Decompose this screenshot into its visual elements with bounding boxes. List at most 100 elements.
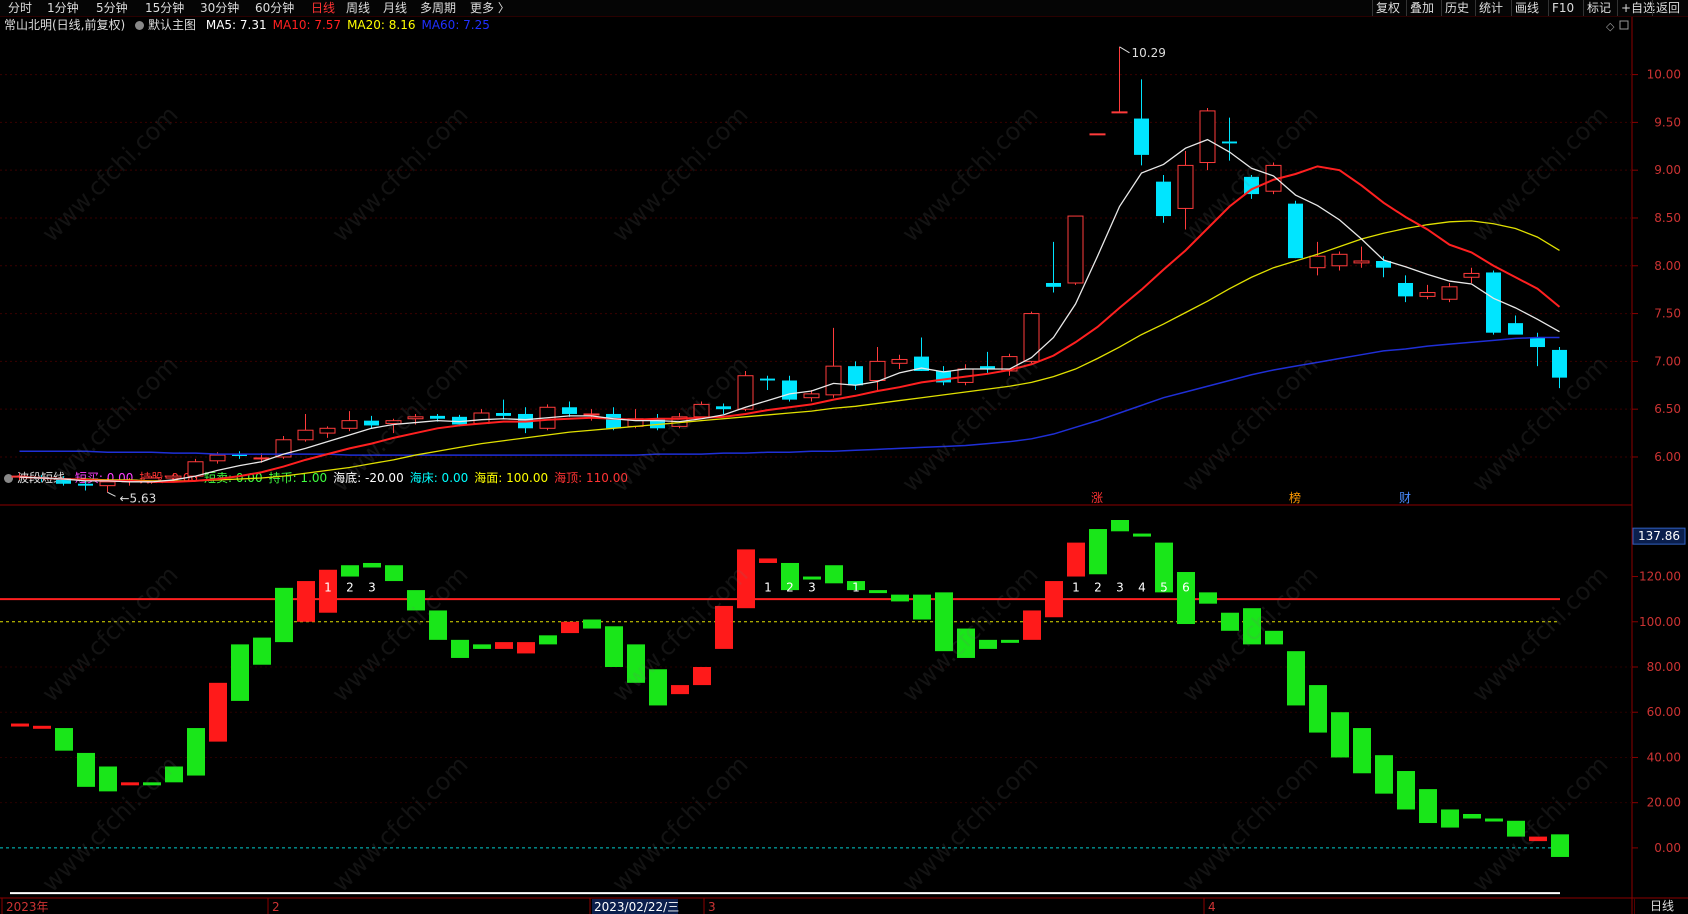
band-bar-13 [297,581,315,622]
candle-body-63 [1398,282,1413,297]
candle-body-61 [1353,260,1370,264]
band-bar-51 [1133,533,1151,537]
candle-body-22 [496,413,511,416]
band-bar-69 [1529,836,1547,842]
xaxis-label-2: 2023/02/22/三 [594,900,679,914]
candle-body-31 [693,403,710,418]
band-bar-25 [561,621,579,634]
candle-body-64 [1419,292,1436,297]
candle-body-25 [562,407,577,414]
band-bar-12 [275,587,293,643]
main-ytick-label-1: 9.50 [1654,115,1681,129]
band-bar-45 [1001,639,1019,643]
wave-count-label-3: 1 [764,581,772,595]
wave-count-label-5: 3 [808,581,816,595]
band-bar-27 [605,626,623,667]
candle-body-8 [187,461,204,477]
band-bar-57 [1265,630,1283,645]
band-bar-24 [539,635,557,645]
band-bar-26 [583,619,601,629]
candle-body-60 [1331,253,1348,267]
main-ytick-label-2: 9.00 [1654,163,1681,177]
wave-count-label-4: 2 [786,581,794,595]
candle-body-55 [1222,141,1237,144]
wave-count-label-0: 1 [324,581,332,595]
candle-body-37 [825,365,842,396]
candle-body-3 [78,483,93,486]
band-bar-3 [77,752,95,787]
band-bar-1 [33,725,51,729]
band-bar-4 [99,766,117,792]
band-bar-46 [1023,610,1041,640]
band-bar-61 [1353,728,1371,774]
band-bar-11 [253,637,271,665]
ind-ytick-label-1: 100.00 [1639,615,1681,629]
band-bar-32 [715,605,733,649]
band-bar-16 [363,562,381,568]
candle-body-46 [1023,313,1040,362]
band-bar-36 [803,576,821,580]
wave-count-label-10: 4 [1138,581,1146,595]
candle-body-47 [1046,282,1061,287]
candle-body-56 [1244,176,1259,195]
band-bar-19 [429,610,447,640]
period-indicator-button[interactable]: 日线 [1634,898,1688,914]
band-bar-9 [209,682,227,742]
band-bar-10 [231,644,249,701]
candle-body-21 [473,412,490,425]
min-pointer [107,491,116,497]
wave-count-label-12: 6 [1182,581,1190,595]
band-bar-21 [473,644,491,649]
candle-body-59 [1309,255,1326,269]
min-price-label: ←5.63 [120,491,157,505]
ma10-line [19,165,1561,483]
wave-count-label-9: 3 [1116,581,1124,595]
band-bar-55 [1221,612,1239,631]
candle-body-26 [583,413,600,416]
candle-body-70 [1552,349,1567,378]
band-bar-50 [1111,520,1129,532]
wave-count-label-1: 2 [346,581,354,595]
candle-body-53 [1177,164,1194,209]
band-bar-40 [891,594,909,602]
band-bar-68 [1507,820,1525,837]
band-bar-34 [759,558,777,563]
main-ytick-label-5: 7.50 [1654,307,1681,321]
band-bar-58 [1287,651,1305,706]
band-bar-43 [957,628,975,658]
band-bar-5 [121,782,139,786]
ma5-line [19,138,1560,483]
candle-body-15 [341,420,358,429]
xaxis-label-0: 2023年 [6,900,49,914]
xaxis-label-3: 3 [708,900,716,914]
xaxis-label-4: 4 [1208,900,1216,914]
band-bar-6 [143,782,161,786]
candlestick-chart[interactable]: 10.009.509.008.508.007.507.006.506.0010.… [0,0,1688,914]
candle-body-68 [1508,323,1523,335]
band-bar-31 [693,666,711,686]
ma20-line [19,220,1560,482]
candle-body-27 [606,413,621,429]
candle-body-67 [1486,272,1501,333]
band-bar-29 [649,669,667,706]
band-bar-22 [495,642,513,649]
band-bar-18 [407,590,425,611]
band-bar-60 [1331,712,1349,758]
candle-body-11 [253,457,270,460]
band-bar-30 [671,685,689,695]
band-bar-67 [1485,818,1503,822]
wave-count-label-2: 3 [368,581,376,595]
band-bar-28 [627,644,645,683]
xaxis-label-1: 2 [272,900,280,914]
candle-body-19 [430,415,445,419]
candle-body-66 [1463,272,1480,278]
band-bar-23 [517,642,535,654]
main-ytick-label-3: 8.50 [1654,211,1681,225]
main-ytick-label-7: 6.50 [1654,402,1681,416]
band-bar-66 [1463,813,1481,819]
band-bar-0 [11,723,29,727]
candle-body-52 [1156,181,1171,217]
band-bar-48 [1067,542,1085,577]
candle-body-65 [1441,286,1458,300]
band-bar-47 [1045,581,1063,618]
